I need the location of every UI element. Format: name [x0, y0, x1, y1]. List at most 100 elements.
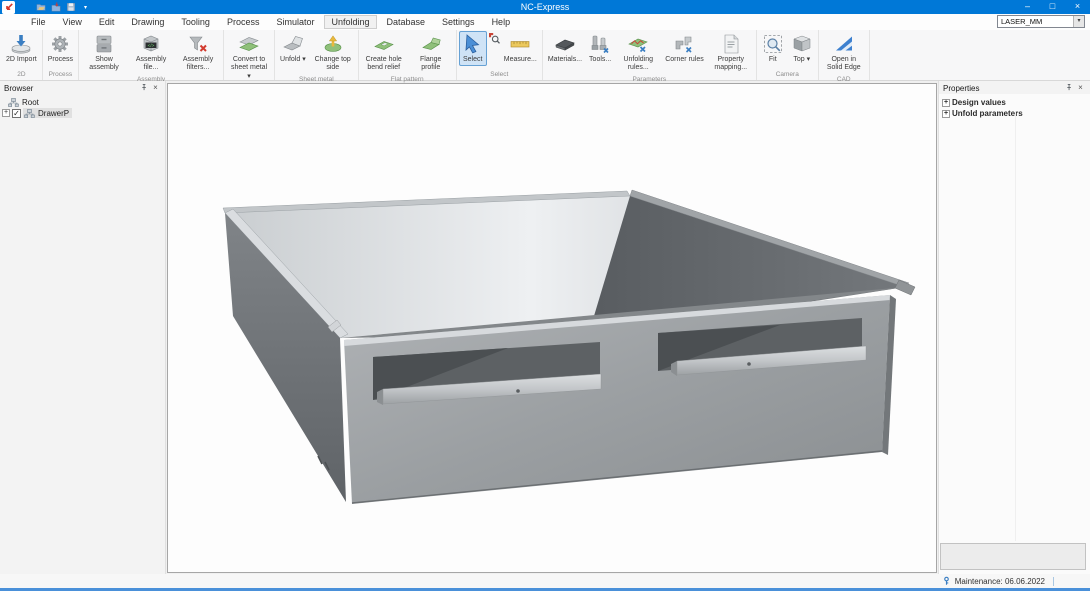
maximize-button[interactable]: □	[1040, 0, 1065, 14]
technology-select[interactable]: LASER_MM ▾	[997, 15, 1085, 28]
ribbon-button-unfolding-rules[interactable]: Unfolding rules...	[615, 31, 661, 75]
ribbon-group-camera: FitTop ▾Camera	[757, 30, 819, 80]
ribbon-button-assembly-filters[interactable]: Assembly filters...	[175, 31, 221, 75]
title-bar: ▾ NC-Express – □ ×	[0, 0, 1090, 14]
menu-file[interactable]: File	[24, 15, 53, 29]
tree-item-root[interactable]: Root	[0, 97, 165, 107]
assembly-filters-icon	[187, 33, 209, 55]
ribbon-button-label: Flange profile	[411, 56, 451, 73]
menu-bar: FileViewEditDrawingToolingProcessSimulat…	[0, 14, 1090, 30]
selection-zoom-icon[interactable]	[488, 32, 500, 44]
menu-drawing[interactable]: Drawing	[124, 15, 171, 29]
solid-edge-icon	[833, 33, 855, 55]
ribbon-button-flange-profile[interactable]: Flange profile	[408, 31, 454, 75]
minimize-button[interactable]: –	[1015, 0, 1040, 14]
property-group-design-values[interactable]: +Design values	[942, 97, 1090, 108]
ribbon-button-materials[interactable]: Materials...	[545, 31, 585, 66]
ribbon-button-property-mapping[interactable]: Property mapping...	[708, 31, 754, 75]
materials-icon	[554, 33, 576, 55]
menu-edit[interactable]: Edit	[92, 15, 122, 29]
ribbon-button-fit[interactable]: Fit	[759, 31, 787, 66]
ribbon-group-select: Select Measure... Select	[457, 30, 543, 80]
ribbon-button-select[interactable]: Select	[459, 31, 487, 66]
ribbon-button-corner-rules[interactable]: Corner rules	[662, 31, 707, 66]
pin-icon[interactable]	[139, 83, 150, 94]
browser-panel-header: Browser ×	[0, 81, 165, 94]
ribbon-button-label: Assembly filters...	[178, 56, 218, 73]
ribbon-group-label: Select	[459, 70, 540, 80]
drawer-model[interactable]	[168, 84, 936, 572]
ribbon-button-create-hole-bend-relief[interactable]: Create hole bend relief	[361, 31, 407, 75]
ribbon-button-label: Select	[463, 56, 482, 64]
assembly-file-icon: </>	[140, 33, 162, 55]
pin-icon[interactable]	[1064, 83, 1075, 94]
ribbon-button-2d-import[interactable]: 2D Import	[3, 31, 40, 66]
ribbon-button-top[interactable]: Top ▾	[788, 31, 816, 66]
close-button[interactable]: ×	[1065, 0, 1090, 14]
ribbon-button-label: Top ▾	[793, 56, 810, 64]
ribbon-button-label: Unfold ▾	[280, 56, 306, 64]
close-panel-icon[interactable]: ×	[1075, 83, 1086, 93]
menu-process[interactable]: Process	[220, 15, 267, 29]
technology-select-value: LASER_MM	[998, 17, 1073, 26]
expand-icon[interactable]: +	[942, 110, 950, 118]
visibility-checkbox[interactable]: ✓	[12, 109, 21, 118]
ribbon-button-label: Process	[48, 56, 73, 64]
part-node-icon	[24, 109, 35, 118]
ribbon-group-2d: 2D Import 2D	[1, 30, 43, 80]
combo-dropdown-icon[interactable]: ▾	[1073, 16, 1084, 27]
menu-simulator[interactable]: Simulator	[269, 15, 321, 29]
expand-icon[interactable]: +	[942, 99, 950, 107]
app-window: ▾ NC-Express – □ × FileViewEditDrawingTo…	[0, 0, 1090, 591]
ribbon-button-show-assembly[interactable]: Show assembly	[81, 31, 127, 75]
ribbon-button-assembly-file[interactable]: </> Assembly file...	[128, 31, 174, 75]
tree-item-drawerp[interactable]: + ✓ DrawerP	[0, 108, 165, 118]
menu-bar-items: FileViewEditDrawingToolingProcessSimulat…	[24, 15, 520, 29]
fit-view-icon	[762, 33, 784, 55]
window-controls: – □ ×	[1015, 0, 1090, 14]
property-group-unfold-parameters[interactable]: +Unfold parameters	[942, 108, 1090, 119]
menu-tooling[interactable]: Tooling	[174, 15, 217, 29]
convert-sheet-metal-icon	[238, 33, 260, 55]
maintenance-icon	[943, 576, 950, 586]
menu-unfolding[interactable]: Unfolding	[324, 15, 376, 29]
ribbon-button-open-in-solid-edge[interactable]: Open in Solid Edge	[821, 31, 867, 75]
menu-database[interactable]: Database	[380, 15, 433, 29]
handle-hole-right	[747, 362, 751, 366]
ribbon-button-process[interactable]: Process	[45, 31, 76, 66]
ribbon-button-convert-to-sheet-metal[interactable]: Convert to sheet metal ▾	[226, 31, 272, 83]
close-panel-icon[interactable]: ×	[150, 83, 161, 93]
ribbon-button-unfold[interactable]: Unfold ▾	[277, 31, 309, 66]
ribbon-button-label: Materials...	[548, 56, 582, 64]
svg-text:</>: </>	[148, 43, 155, 48]
ribbon-group-assembly: Show assembly </> Assembly file... Assembly…	[79, 30, 224, 80]
ribbon-button-change-top-side[interactable]: Change top side	[310, 31, 356, 75]
hole-bend-relief-icon	[373, 33, 395, 55]
ribbon-button-label: Assembly file...	[131, 56, 171, 73]
menu-view[interactable]: View	[56, 15, 89, 29]
flange-profile-icon	[420, 33, 442, 55]
tools-icon	[589, 33, 611, 55]
ribbon-group-part: Convert to sheet metal ▾Part	[224, 30, 275, 80]
menu-settings[interactable]: Settings	[435, 15, 482, 29]
gear-icon	[49, 33, 71, 55]
browser-panel-title: Browser	[4, 84, 139, 93]
ribbon-button-label: Convert to sheet metal ▾	[229, 56, 269, 81]
properties-splitter	[1015, 111, 1016, 541]
expand-icon[interactable]: +	[2, 109, 10, 117]
ribbon-group-sheet-metal: Unfold ▾Change top sideSheet metal	[275, 30, 359, 80]
select-cursor-icon	[462, 33, 484, 55]
property-group-label: Design values	[952, 98, 1006, 107]
ribbon-button-label: Open in Solid Edge	[824, 56, 864, 73]
ribbon-button-label: Corner rules	[665, 56, 704, 64]
ribbon-button-measure[interactable]: Measure...	[501, 31, 540, 66]
property-mapping-icon	[720, 33, 742, 55]
unfolding-rules-icon	[627, 33, 649, 55]
menu-help[interactable]: Help	[485, 15, 518, 29]
viewport-3d[interactable]	[167, 83, 937, 573]
browser-tree: Root + ✓ DrawerP	[0, 94, 165, 118]
ribbon-group-cad: Open in Solid EdgeCAD	[819, 30, 870, 80]
ribbon-button-tools[interactable]: Tools...	[586, 31, 614, 66]
ribbon-group-label: 2D	[3, 70, 40, 80]
selected-tree-node: DrawerP	[23, 108, 72, 118]
